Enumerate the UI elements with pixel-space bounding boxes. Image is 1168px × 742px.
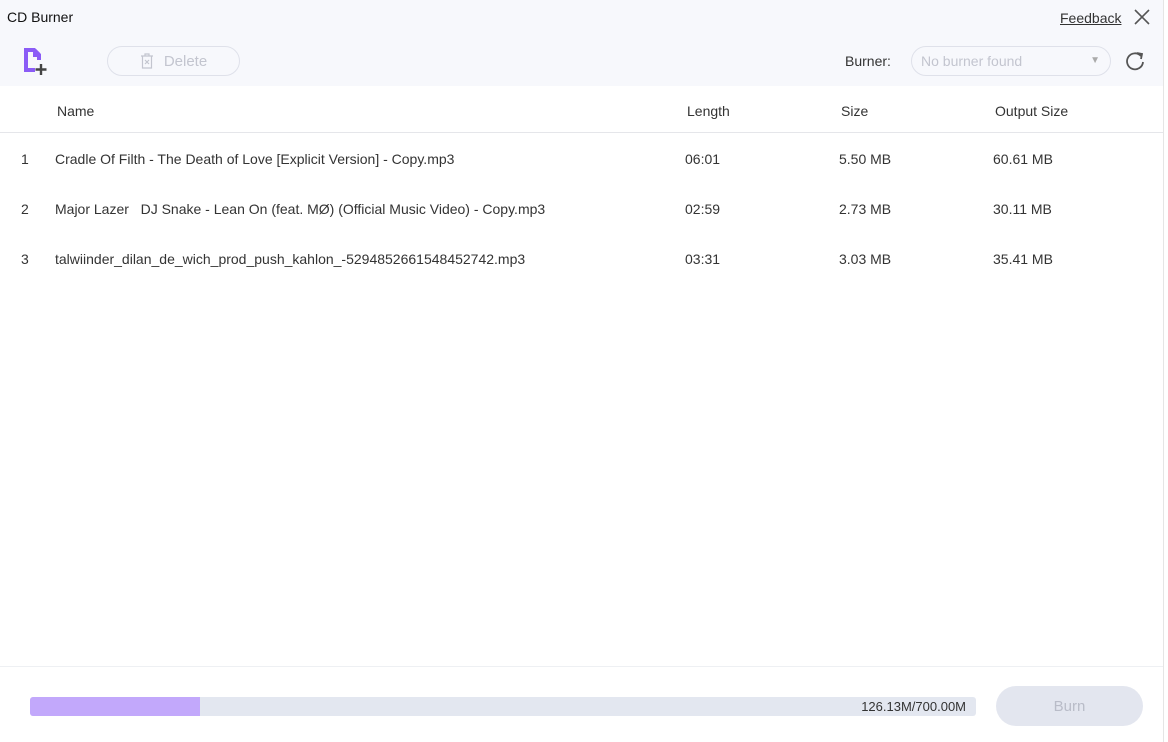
cell-length: 02:59 — [685, 201, 721, 217]
add-file-icon[interactable] — [22, 46, 54, 78]
cell-index: 3 — [21, 251, 29, 267]
feedback-link[interactable]: Feedback — [1060, 10, 1121, 26]
delete-label: Delete — [163, 52, 208, 70]
burner-value: No burner found — [921, 53, 1023, 69]
trash-icon — [140, 53, 153, 69]
column-name[interactable]: Name — [57, 103, 94, 119]
table-header: Name Length Size Output Size — [0, 86, 1163, 133]
cell-output: 30.11 MB — [993, 201, 1052, 217]
cell-length: 06:01 — [685, 151, 721, 167]
column-length[interactable]: Length — [687, 103, 730, 119]
table-row[interactable]: 1 Cradle Of Filth - The Death of Love [Ex… — [0, 151, 1163, 201]
capacity-bar: 126.13M/700.00M — [30, 697, 976, 716]
cell-output: 60.61 MB — [993, 151, 1053, 167]
delete-button[interactable]: Delete — [107, 46, 240, 76]
cell-size: 3.03 MB — [839, 251, 892, 267]
cell-name: Cradle Of Filth - The Death of Love [Exp… — [55, 151, 455, 167]
cell-size: 2.73 MB — [839, 201, 892, 217]
window-border — [1163, 0, 1164, 742]
footer-divider — [0, 666, 1163, 667]
chevron-down-icon: ▼ — [1090, 55, 1100, 66]
column-output-size[interactable]: Output Size — [995, 103, 1068, 119]
refresh-icon[interactable] — [1124, 50, 1146, 72]
cell-output: 35.41 MB — [993, 251, 1053, 267]
cell-length: 03:31 — [685, 251, 721, 267]
burner-label: Burner: — [845, 53, 891, 69]
window-title: CD Burner — [7, 9, 74, 25]
column-size[interactable]: Size — [841, 103, 868, 119]
table-row[interactable]: 2 Major Lazer DJ Snake - Lean On (feat. M… — [0, 201, 1163, 251]
burner-select[interactable]: No burner found ▼ — [911, 46, 1111, 76]
cell-index: 1 — [21, 151, 29, 167]
capacity-fill — [30, 697, 201, 716]
burn-button[interactable]: Burn — [996, 686, 1143, 726]
cell-index: 2 — [21, 201, 29, 217]
cell-name: Major Lazer DJ Snake - Lean On (feat. MØ… — [55, 201, 546, 217]
cell-name: talwiinder_dilan_de_wich_prod_push_kahlo… — [55, 251, 526, 267]
close-icon[interactable] — [1133, 8, 1151, 26]
table-row[interactable]: 3 talwiinder_dilan_de_wich_prod_push_kahl… — [0, 251, 1163, 301]
cell-size: 5.50 MB — [839, 151, 892, 167]
capacity-text: 126.13M/700.00M — [861, 699, 966, 714]
